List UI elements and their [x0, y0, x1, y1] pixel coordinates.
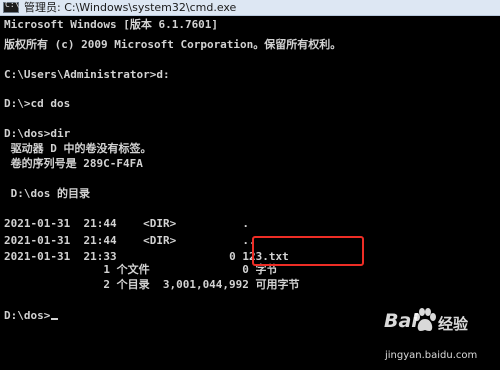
highlight-annotation-box: [252, 236, 364, 266]
paw-icon: [414, 308, 436, 331]
title-bar[interactable]: C:\ 管理员: C:\Windows\system32\cmd.exe: [0, 0, 500, 16]
console-line: Microsoft Windows [版本 6.1.7601]: [4, 18, 219, 31]
console-line: 驱动器 D 中的卷没有标签。: [4, 142, 152, 155]
cmd-icon-glyph: C:\: [5, 0, 20, 9]
cmd-icon: C:\: [3, 0, 20, 13]
window-title: 管理员: C:\Windows\system32\cmd.exe: [24, 1, 237, 14]
console-line: 卷的序列号是 289C-F4FA: [4, 157, 143, 170]
watermark-url: jingyan.baidu.com: [385, 350, 478, 361]
console-line: 2021-01-31 21:44 <DIR> .: [4, 217, 250, 230]
watermark-brand-right: 经验: [438, 315, 469, 333]
console-line: 1 个文件 0 字节: [4, 263, 278, 276]
console-line: D:\>cd dos: [4, 97, 71, 110]
console-prompt[interactable]: D:\dos>: [4, 309, 59, 322]
console-line: C:\Users\Administrator>d:: [4, 68, 170, 81]
console-line: 2021-01-31 21:44 <DIR> ..: [4, 234, 256, 247]
console-line: D:\dos 的目录: [4, 187, 90, 200]
console-prompt-text: D:\dos>: [4, 309, 51, 322]
baidu-jingyan-watermark: Bai 经验 jingyan.baidu.com: [382, 307, 497, 367]
console-line: 2 个目录 3,001,044,992 可用字节: [4, 278, 300, 291]
console-line: 版权所有 (c) 2009 Microsoft Corporation。保留所有…: [4, 38, 342, 51]
text-cursor: [51, 318, 59, 320]
console-line: 2021-01-31 21:33 0 123.txt: [4, 250, 289, 263]
console-line: D:\dos>dir: [4, 127, 71, 140]
